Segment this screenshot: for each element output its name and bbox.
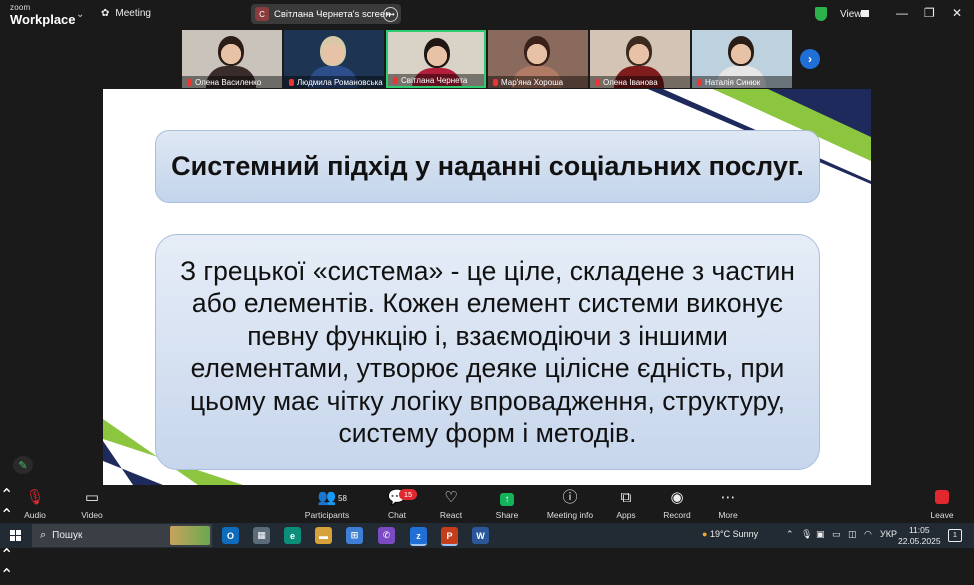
battery-icon[interactable]: ▭ [832,529,841,540]
more-options-icon[interactable]: ••• [383,7,398,22]
screen-share-label: Світлана Чернета's screen [274,8,391,20]
store-icon[interactable]: ⊞ [346,527,363,544]
view-button[interactable]: View [840,9,862,20]
logo-line2: Workplace [10,12,76,27]
zoom-taskbar-icon[interactable]: z [410,527,427,546]
notification-count: 1 [953,532,957,539]
muted-mic-icon [289,78,294,86]
search-highlight-image [170,526,210,545]
leave-button[interactable]: Leave [907,485,974,523]
weather-widget[interactable]: ● 19°C Sunny [702,529,758,539]
more-dots-icon: ⋯ [720,489,736,506]
word-icon[interactable]: W [472,527,489,544]
leave-label: Leave [930,510,954,520]
view-layout-icon[interactable] [861,10,869,17]
zoom-logo[interactable]: zoom Workplace [10,3,76,27]
title-bar: zoom Workplace ⌄ ✿ Meeting С Світлана Че… [0,0,974,30]
calculator-icon[interactable]: ▦ [253,527,270,544]
participant-name: Олена Іванова [603,77,658,87]
search-placeholder: Пошук [52,530,83,541]
video-label: Video [81,510,103,520]
muted-mic-icon [493,78,498,86]
clock-time: 11:05 [908,525,930,535]
close-icon[interactable]: ✕ [952,6,962,20]
participant-name: Світлана Чернета [401,75,468,85]
participant-tile[interactable]: Олена Василенко [182,30,282,88]
people-icon: ✿ [101,8,110,19]
restore-icon[interactable]: ❐ [924,6,935,20]
participant-name: Людмила Романовська [297,77,383,87]
shared-slide: Системний підхід у наданні соціальних по… [103,89,871,485]
participant-tile[interactable]: Світлана Чернета [386,30,486,88]
slide-title: Системний підхід у наданні соціальних по… [171,151,804,181]
screen-share-indicator[interactable]: С Світлана Чернета's screen ••• [251,4,401,24]
viber-icon[interactable]: ✆ [378,527,395,544]
meeting-menu[interactable]: ✿ Meeting [101,8,151,19]
chat-caret-icon[interactable]: ⌃ [0,545,974,565]
muted-mic-icon [187,78,192,86]
network-icon[interactable]: ◫ [848,529,857,540]
leave-icon [907,490,974,508]
meeting-label: Meeting [115,8,151,19]
annotate-pen-icon[interactable]: ✎ [13,456,33,474]
taskbar-search[interactable]: ⌕ Пошук [32,524,212,547]
share-screen-icon: ↑ [472,490,542,506]
microphone-tray-icon[interactable]: 🎙 [801,529,812,540]
logo-line1: zoom [10,3,31,12]
clock-date: 22.05.2025 [898,536,941,546]
video-camera-icon: ▭ [84,489,100,506]
tray-chevron-icon[interactable]: ⌃ [786,529,794,540]
more-button[interactable]: ⋯ More [693,485,763,523]
participant-name: Олена Василенко [195,77,262,87]
participants-button[interactable]: 👥 Participants [292,485,362,523]
participant-tile[interactable]: Людмила Романовська [284,30,384,88]
presenter-avatar: С [255,7,269,21]
participants-count: 58 [338,494,347,503]
windows-start-icon[interactable] [10,530,21,541]
participant-name: Мар'яна Хороша [501,77,564,87]
chat-unread-badge: 15 [399,489,417,500]
chevron-down-icon[interactable]: ⌄ [76,9,84,20]
participants-icon: 👥 [317,489,337,506]
share-label: Share [495,510,519,520]
meeting-toolbar: 🎙 Audio ⌃ ▭ Video ⌃ 👥 Participants 58 ⌃ … [0,485,974,584]
next-participants-button[interactable]: › [800,49,820,69]
share-button[interactable]: ↑ Share [472,485,542,523]
muted-mic-icon [393,76,398,84]
windows-taskbar: ⌕ Пошук O ▦ e ▬ ⊞ ✆ z P W ● 19°C Sunny ⌃… [0,523,974,548]
participant-tile[interactable]: Наталія Синюк [692,30,792,88]
language-indicator[interactable]: УКР [880,529,897,539]
video-button[interactable]: ▭ Video [57,485,127,523]
more-label: More [718,510,738,520]
outlook-icon[interactable]: O [222,527,239,544]
slide-title-box: Системний підхід у наданні соціальних по… [155,130,820,203]
participant-name: Наталія Синюк [705,77,761,87]
camera-tray-icon[interactable]: ▣ [816,529,825,540]
muted-mic-icon [595,78,600,86]
clock[interactable]: 11:05 22.05.2025 [898,525,941,547]
participant-tile[interactable]: Мар'яна Хороша [488,30,588,88]
file-explorer-icon[interactable]: ▬ [315,527,332,544]
edge-icon[interactable]: e [284,527,301,544]
slide-body-text: З грецької «система» - це ціле, складене… [180,255,795,449]
weather-sun-icon: ● [702,529,708,539]
wifi-icon[interactable]: ◠ [864,529,872,540]
weather-label: 19°C Sunny [709,529,759,539]
muted-mic-icon [697,78,702,86]
slide-body-box: З грецької «система» - це ціле, складене… [155,234,820,470]
notification-center-icon[interactable]: 1 [948,529,962,542]
participant-tile[interactable]: Олена Іванова [590,30,690,88]
react-caret-icon[interactable]: ⌃ [0,565,974,585]
participants-label: Participants [304,510,350,520]
powerpoint-icon[interactable]: P [441,527,458,546]
minimize-icon[interactable]: — [896,6,908,20]
search-icon: ⌕ [40,529,47,541]
encryption-shield-icon[interactable] [815,7,827,21]
